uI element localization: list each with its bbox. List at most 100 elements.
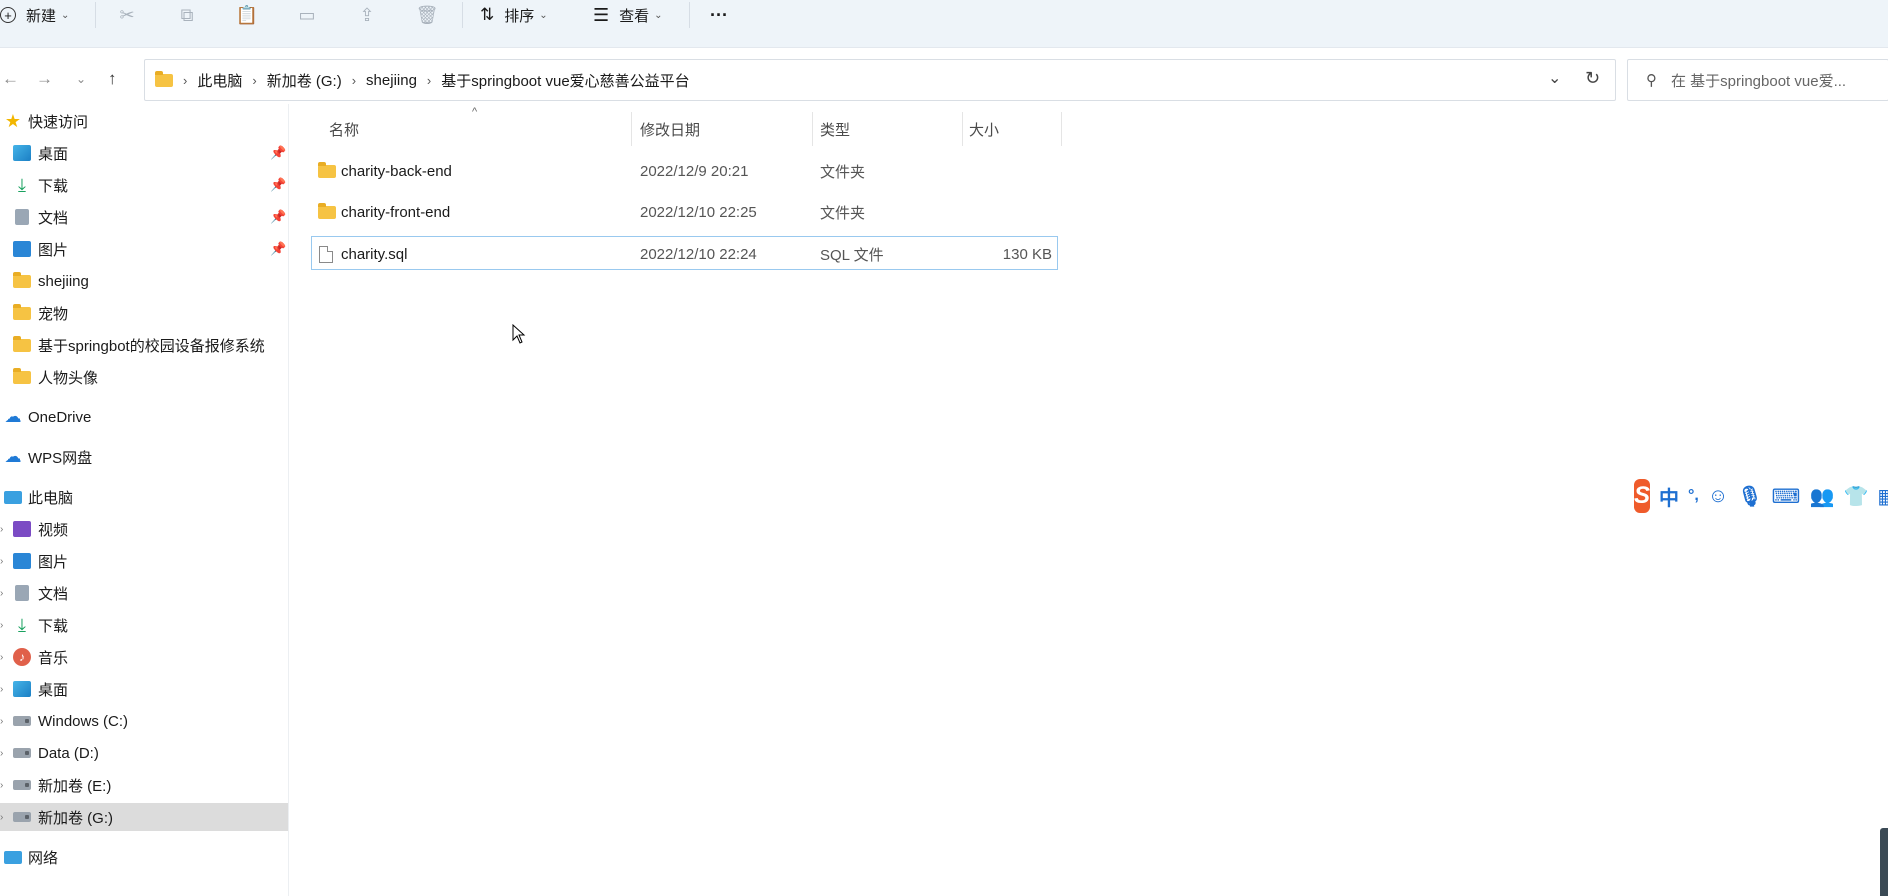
column-size-label: 大小 bbox=[969, 121, 1000, 139]
column-header-date[interactable]: 修改日期 bbox=[640, 115, 700, 143]
folder-icon bbox=[318, 154, 336, 188]
pin-icon: 📌 bbox=[270, 177, 287, 192]
column-divider[interactable] bbox=[812, 112, 813, 146]
toolbox-grid-icon[interactable]: ▦ bbox=[1877, 484, 1888, 509]
sidebar-item-quick-access[interactable]: ★ 快速访问 bbox=[0, 107, 288, 135]
paste-icon[interactable]: 📋 bbox=[235, 3, 259, 27]
file-date: 2022/12/9 20:21 bbox=[640, 162, 749, 180]
user-icon[interactable]: 👥 bbox=[1810, 484, 1835, 509]
sidebar-item-pc-desktop[interactable]: › 桌面 bbox=[0, 675, 288, 703]
new-button[interactable]: + 新建 ⌄ bbox=[0, 0, 69, 30]
emoji-icon[interactable]: ☺ bbox=[1708, 485, 1728, 508]
file-date: 2022/12/10 22:25 bbox=[640, 203, 757, 221]
sidebar-item-label: shejiing bbox=[38, 272, 89, 290]
microphone-icon[interactable]: 🎙 bbox=[1737, 484, 1762, 509]
address-bar[interactable]: › 此电脑 › 新加卷 (G:) › shejiing › 基于springbo… bbox=[144, 59, 1616, 101]
file-row[interactable]: charity.sql 2022/12/10 22:24 SQL 文件 130 … bbox=[311, 236, 1058, 270]
sidebar-item-onedrive[interactable]: ☁ OneDrive bbox=[0, 403, 288, 431]
file-name: charity-back-end bbox=[341, 162, 452, 180]
chevron-right-icon: › bbox=[0, 811, 4, 823]
rename-icon[interactable]: ▭ bbox=[295, 3, 319, 27]
search-box[interactable]: ⚲ 在 基于springboot vue爱... bbox=[1627, 59, 1888, 101]
skin-shirt-icon[interactable]: 👕 bbox=[1843, 484, 1868, 509]
sort-label: 排序 bbox=[504, 7, 535, 25]
address-history-chevron-icon[interactable]: ⌄ bbox=[1548, 68, 1561, 88]
ime-mode-toggle[interactable]: 中 bbox=[1659, 482, 1679, 511]
picture-icon bbox=[12, 239, 32, 259]
sidebar-item-label: 宠物 bbox=[38, 305, 69, 323]
download-icon: ⤓ bbox=[18, 174, 26, 195]
chevron-right-icon: › bbox=[0, 651, 4, 663]
sidebar-item-repair-system[interactable]: 基于springbot的校园设备报修系统 bbox=[0, 331, 288, 359]
chevron-right-icon: › bbox=[0, 715, 4, 727]
forward-button[interactable]: → bbox=[36, 69, 53, 89]
sidebar-item-pictures[interactable]: 图片 📌 bbox=[0, 235, 288, 263]
chevron-right-icon: › bbox=[0, 555, 4, 567]
copy-icon[interactable]: ⧉ bbox=[175, 3, 199, 27]
sidebar-item-shejiing[interactable]: shejiing bbox=[0, 267, 288, 295]
sidebar-item-desktop[interactable]: 桌面 📌 bbox=[0, 139, 288, 167]
sidebar-item-label: 图片 bbox=[38, 241, 69, 259]
sidebar-item-videos[interactable]: › 视频 bbox=[0, 515, 288, 543]
back-button[interactable]: ← bbox=[2, 69, 19, 89]
sidebar-item-label: 人物头像 bbox=[38, 369, 99, 387]
column-divider[interactable] bbox=[631, 112, 632, 146]
sidebar-item-label: 下载 bbox=[38, 617, 69, 635]
sidebar-item-wps[interactable]: ☁ WPS网盘 bbox=[0, 443, 288, 471]
file-date: 2022/12/10 22:24 bbox=[640, 245, 757, 263]
sidebar-item-documents[interactable]: 文档 📌 bbox=[0, 203, 288, 231]
recent-locations-button[interactable]: ⌄ bbox=[76, 72, 86, 86]
chevron-right-icon: › bbox=[426, 72, 432, 88]
cut-icon[interactable]: ✂ bbox=[115, 3, 139, 27]
wps-cloud-icon: ☁ bbox=[4, 447, 22, 466]
breadcrumb-item[interactable]: 此电脑 bbox=[197, 70, 242, 91]
up-button[interactable]: ↑ bbox=[108, 69, 117, 89]
file-size: 130 KB bbox=[1002, 245, 1052, 263]
sort-ascending-icon: ^ bbox=[472, 106, 478, 118]
sidebar-item-label: 新加卷 (G:) bbox=[38, 809, 113, 827]
delete-icon[interactable]: 🗑 bbox=[415, 3, 439, 27]
sidebar-item-label: 网络 bbox=[28, 849, 59, 867]
more-button[interactable]: ··· bbox=[710, 0, 728, 30]
view-label: 查看 bbox=[619, 7, 650, 25]
column-header-type[interactable]: 类型 bbox=[820, 115, 850, 143]
share-icon[interactable]: ⇪ bbox=[355, 3, 379, 27]
breadcrumb-item[interactable]: 基于springboot vue爱心慈善公益平台 bbox=[441, 70, 689, 91]
sidebar-item-drive-c[interactable]: › Windows (C:) bbox=[0, 707, 288, 735]
plus-circle-icon: + bbox=[0, 7, 16, 23]
keyboard-icon[interactable]: ⌨ bbox=[1772, 484, 1801, 509]
search-input[interactable]: 在 基于springboot vue爱... bbox=[1671, 70, 1846, 91]
sidebar-item-pc-pictures[interactable]: › 图片 bbox=[0, 547, 288, 575]
column-header-size[interactable]: 大小 bbox=[969, 115, 999, 143]
folder-icon bbox=[155, 70, 173, 87]
sidebar-item-drive-g[interactable]: › 新加卷 (G:) bbox=[0, 803, 288, 831]
sidebar-item-network[interactable]: 网络 bbox=[0, 843, 288, 871]
file-row[interactable]: charity-front-end 2022/12/10 22:25 文件夹 bbox=[311, 195, 1058, 229]
column-divider[interactable] bbox=[1061, 112, 1062, 146]
folder-icon bbox=[12, 335, 32, 355]
breadcrumb-item[interactable]: shejiing bbox=[366, 72, 417, 89]
sidebar-item-pc-documents[interactable]: › 文档 bbox=[0, 579, 288, 607]
ime-punctuation-toggle[interactable]: °, bbox=[1688, 487, 1699, 505]
sogou-logo-icon[interactable]: S bbox=[1634, 479, 1651, 513]
view-button[interactable]: ☰ 查看 ⌄ bbox=[593, 0, 663, 30]
new-label: 新建 bbox=[26, 7, 57, 25]
drive-icon bbox=[12, 743, 32, 763]
sidebar-item-pc-downloads[interactable]: › ⤓ 下载 bbox=[0, 611, 288, 639]
sidebar-item-pets[interactable]: 宠物 bbox=[0, 299, 288, 327]
sort-button[interactable]: ⇅ 排序 ⌄ bbox=[480, 0, 548, 30]
column-divider[interactable] bbox=[962, 112, 963, 146]
file-type: 文件夹 bbox=[820, 163, 866, 181]
sidebar-item-music[interactable]: › ♪ 音乐 bbox=[0, 643, 288, 671]
sidebar-item-drive-d[interactable]: › Data (D:) bbox=[0, 739, 288, 767]
pin-icon: 📌 bbox=[270, 241, 287, 256]
sidebar-item-downloads[interactable]: ⤓ 下载 📌 bbox=[0, 171, 288, 199]
sidebar-item-this-pc[interactable]: 此电脑 bbox=[0, 483, 288, 511]
column-header-name[interactable]: 名称 bbox=[329, 115, 359, 143]
breadcrumb-item[interactable]: 新加卷 (G:) bbox=[267, 70, 342, 91]
refresh-icon[interactable]: ↻ bbox=[1585, 68, 1600, 89]
file-name: charity.sql bbox=[341, 245, 408, 263]
sidebar-item-drive-e[interactable]: › 新加卷 (E:) bbox=[0, 771, 288, 799]
sidebar-item-avatars[interactable]: 人物头像 bbox=[0, 363, 288, 391]
file-row[interactable]: charity-back-end 2022/12/9 20:21 文件夹 bbox=[311, 154, 1058, 188]
